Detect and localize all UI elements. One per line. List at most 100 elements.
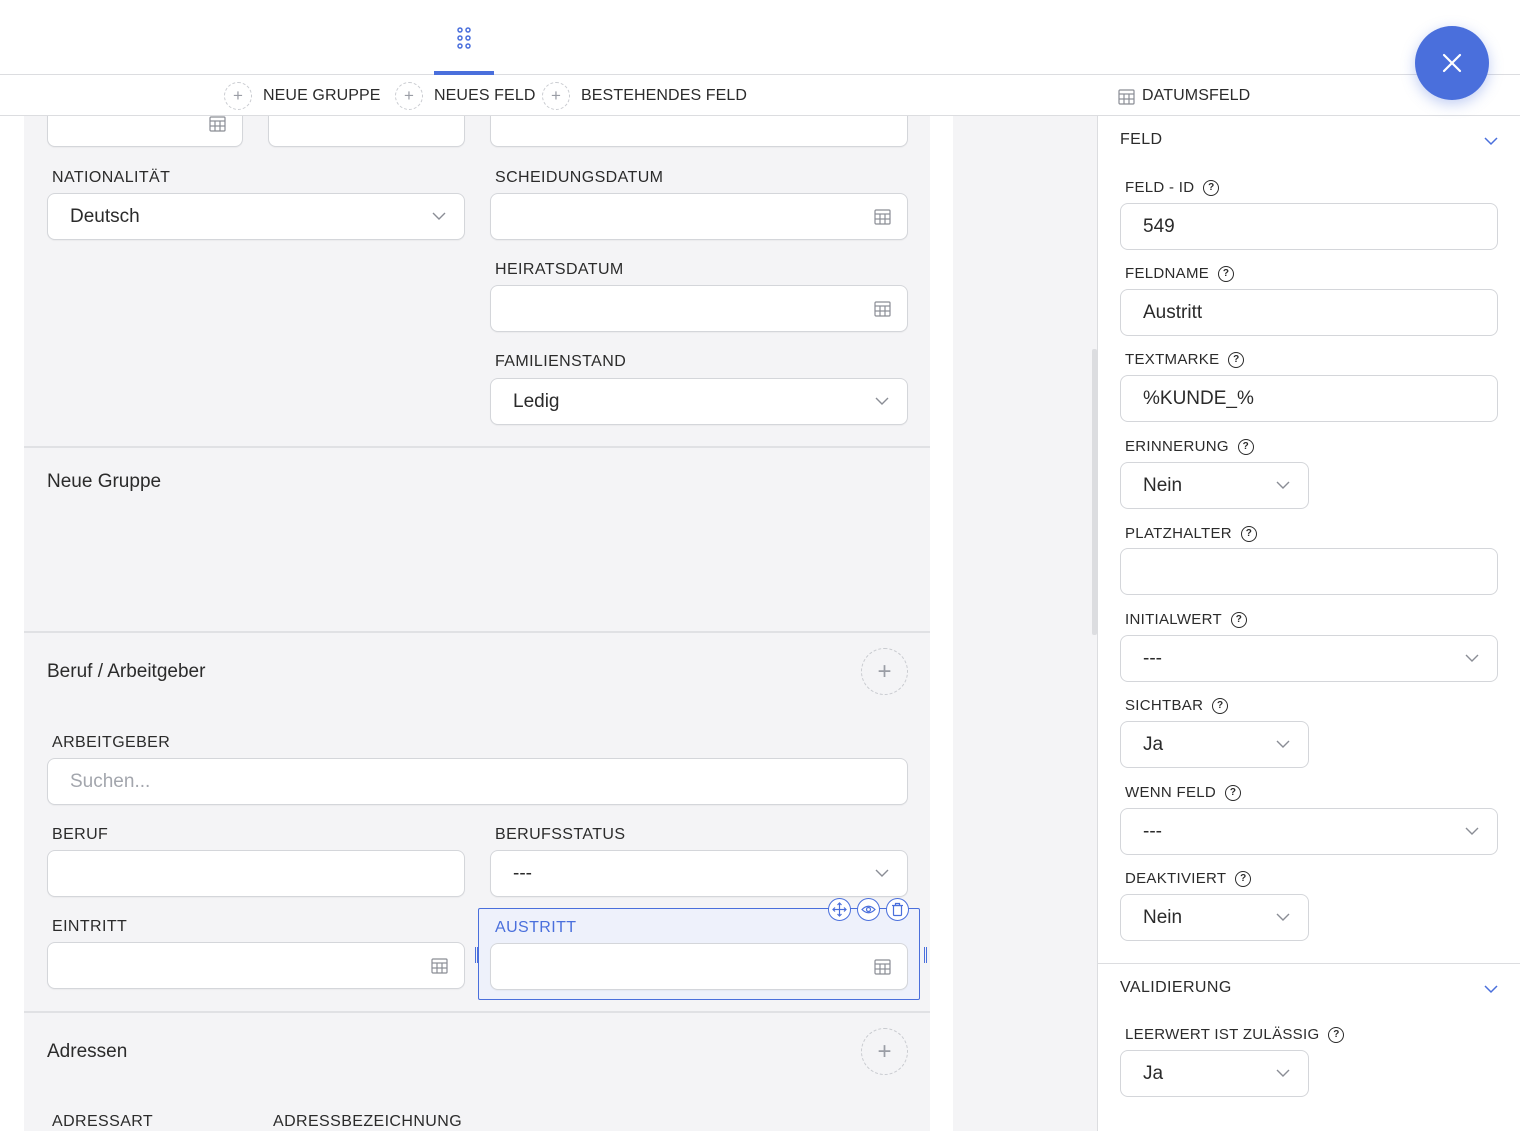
divorce-date-field[interactable] — [490, 193, 908, 240]
help-icon[interactable]: ? — [1230, 611, 1247, 628]
disabled-label: DEAKTIVIERT? — [1125, 870, 1252, 887]
initial-value-value: --- — [1143, 647, 1162, 669]
field-type-indicator: DATUMSFELD — [1118, 82, 1250, 110]
marital-status-value: Ledig — [513, 390, 560, 412]
calendar-icon — [1118, 88, 1135, 105]
chevron-down-icon — [432, 212, 446, 220]
new-field-button[interactable]: + NEUES FELD — [395, 82, 535, 110]
chevron-down-icon[interactable] — [1484, 134, 1498, 148]
employer-label: ARBEITGEBER — [52, 734, 171, 751]
help-icon[interactable]: ? — [1218, 265, 1235, 282]
help-icon[interactable]: ? — [1328, 1026, 1345, 1043]
tab-layout[interactable] — [434, 0, 494, 76]
add-field-to-group-button[interactable]: + — [861, 648, 908, 695]
address-name-label: ADRESSBEZEICHNUNG — [273, 1113, 463, 1130]
field-name-input[interactable]: Austritt — [1120, 289, 1498, 336]
field-name-label: FELDNAME? — [1125, 265, 1235, 282]
move-icon[interactable] — [828, 898, 851, 921]
address-type-label: ADRESSART — [52, 1113, 154, 1130]
existing-field-button[interactable]: + BESTEHENDES FELD — [542, 82, 747, 110]
empty-allowed-select[interactable]: Ja — [1120, 1050, 1309, 1097]
new-field-label: NEUES FELD — [434, 87, 536, 104]
exit-date-field[interactable] — [490, 943, 908, 990]
help-icon[interactable]: ? — [1240, 525, 1257, 542]
marriage-date-field[interactable] — [490, 285, 908, 332]
group-divider — [24, 1011, 930, 1013]
resize-handle-left[interactable] — [475, 947, 478, 963]
field-id-input[interactable]: 549 — [1120, 203, 1498, 250]
eye-icon[interactable] — [857, 898, 880, 921]
text-field-top-middle[interactable] — [268, 116, 465, 147]
reminder-select[interactable]: Nein — [1120, 462, 1309, 509]
chevron-down-icon — [1465, 654, 1479, 662]
marriage-date-label: HEIRATSDATUM — [495, 261, 624, 278]
chevron-down-icon — [1276, 481, 1290, 489]
top-bar — [0, 0, 1520, 76]
disabled-select[interactable]: Nein — [1120, 894, 1309, 941]
marital-status-select[interactable]: Ledig — [490, 378, 908, 425]
trash-icon[interactable] — [886, 898, 909, 921]
new-group-label: NEUE GRUPPE — [263, 87, 381, 104]
field-id-label: FELD - ID? — [1125, 179, 1220, 196]
text-field-top-right[interactable] — [490, 116, 908, 147]
field-id-value: 549 — [1143, 215, 1175, 237]
field-type-label: DATUMSFELD — [1142, 87, 1251, 104]
help-icon[interactable]: ? — [1235, 870, 1252, 887]
field-name-value: Austritt — [1143, 301, 1203, 323]
chevron-down-icon — [1465, 827, 1479, 835]
disabled-value: Nein — [1143, 906, 1183, 928]
initial-value-select[interactable]: --- — [1120, 635, 1498, 682]
resize-handle-right[interactable] — [924, 947, 927, 963]
add-field-to-group-button[interactable]: + — [861, 1028, 908, 1075]
chevron-down-icon[interactable] — [1484, 982, 1498, 996]
empty-allowed-value: Ja — [1143, 1062, 1164, 1084]
job-field[interactable] — [47, 850, 465, 897]
builder-toolbar: + NEUE GRUPPE + NEUES FELD + BESTEHENDES… — [0, 75, 1520, 116]
marital-status-label: FAMILIENSTAND — [495, 353, 627, 370]
section-validation-header[interactable]: VALIDIERUNG — [1120, 979, 1232, 997]
existing-field-label: BESTEHENDES FELD — [581, 87, 748, 104]
section-divider — [1098, 963, 1520, 964]
group-title-new: Neue Gruppe — [47, 471, 162, 492]
canvas-gutter — [953, 116, 1097, 1131]
divorce-date-label: SCHEIDUNGSDATUM — [495, 169, 664, 186]
form-canvas-area: NATIONALITÄT Deutsch SCHEIDUNGSDATUM HEI… — [0, 116, 953, 1131]
job-label: BERUF — [52, 826, 109, 843]
visible-select[interactable]: Ja — [1120, 721, 1309, 768]
placeholder-input[interactable] — [1120, 548, 1498, 595]
calendar-icon — [431, 958, 448, 974]
help-icon[interactable]: ? — [1225, 784, 1242, 801]
job-status-select[interactable]: --- — [490, 850, 908, 897]
group-divider — [24, 631, 930, 633]
if-field-select[interactable]: --- — [1120, 808, 1498, 855]
employer-search-input[interactable]: Suchen... — [47, 758, 908, 805]
calendar-icon — [874, 209, 891, 225]
calendar-icon — [874, 959, 891, 975]
plus-icon: + — [542, 82, 570, 110]
calendar-icon — [209, 116, 226, 132]
section-field-header[interactable]: FELD — [1120, 131, 1163, 149]
visible-value: Ja — [1143, 733, 1164, 755]
help-icon[interactable]: ? — [1228, 351, 1245, 368]
chevron-down-icon — [1276, 1069, 1290, 1077]
help-icon[interactable]: ? — [1212, 697, 1229, 714]
date-field-top-left[interactable] — [47, 116, 243, 147]
chevron-down-icon — [1276, 913, 1290, 921]
visible-label: SICHTBAR? — [1125, 697, 1229, 714]
initial-value-label: INITIALWERT? — [1125, 611, 1247, 628]
text-mark-value: %KUNDE_% — [1143, 387, 1254, 409]
help-icon[interactable]: ? — [1203, 179, 1220, 196]
if-field-value: --- — [1143, 820, 1162, 842]
field-actions — [828, 898, 909, 921]
text-mark-input[interactable]: %KUNDE_% — [1120, 375, 1498, 422]
selected-field-austritt[interactable]: AUSTRITT — [475, 898, 927, 1000]
new-group-button[interactable]: + NEUE GRUPPE — [224, 82, 381, 110]
chevron-down-icon — [1276, 740, 1290, 748]
entry-date-field[interactable] — [47, 942, 465, 989]
group-title-addresses: Adressen — [47, 1041, 128, 1062]
job-status-label: BERUFSSTATUS — [495, 826, 626, 843]
close-button[interactable] — [1415, 26, 1489, 100]
nationality-select[interactable]: Deutsch — [47, 193, 465, 240]
calendar-icon — [874, 301, 891, 317]
help-icon[interactable]: ? — [1237, 438, 1254, 455]
